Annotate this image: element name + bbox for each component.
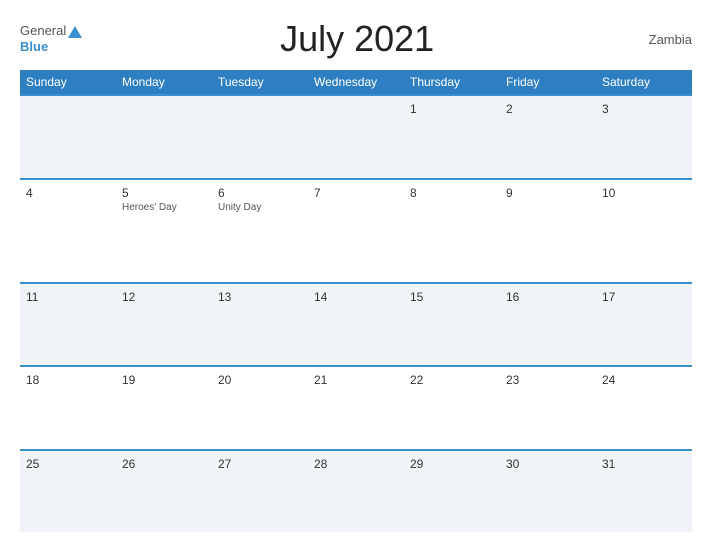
calendar-cell: 15 [404, 283, 500, 367]
calendar-cell: 17 [596, 283, 692, 367]
day-number: 8 [410, 186, 494, 200]
calendar-cell: 18 [20, 366, 116, 450]
day-number: 24 [602, 373, 686, 387]
calendar-cell: 6 Unity Day [212, 179, 308, 283]
calendar-cell: 3 [596, 95, 692, 179]
calendar-container: General Blue July 2021 Zambia Sunday Mon… [0, 0, 712, 550]
calendar-week-row: 18 19 20 21 22 23 24 [20, 366, 692, 450]
day-number: 26 [122, 457, 206, 471]
day-number: 7 [314, 186, 398, 200]
calendar-cell [308, 95, 404, 179]
calendar-cell: 28 [308, 450, 404, 532]
holiday-label: Heroes' Day [122, 202, 206, 213]
header-saturday: Saturday [596, 70, 692, 95]
calendar-cell: 8 [404, 179, 500, 283]
calendar-cell: 5 Heroes' Day [116, 179, 212, 283]
calendar-week-row: 25 26 27 28 29 30 31 [20, 450, 692, 532]
logo-row1: General [20, 23, 82, 39]
day-number: 9 [506, 186, 590, 200]
logo-blue-text: Blue [20, 39, 82, 55]
header-thursday: Thursday [404, 70, 500, 95]
day-number: 14 [314, 290, 398, 304]
calendar-cell: 4 [20, 179, 116, 283]
calendar-week-row: 11 12 13 14 15 16 17 [20, 283, 692, 367]
calendar-cell: 22 [404, 366, 500, 450]
calendar-cell: 25 [20, 450, 116, 532]
day-number: 4 [26, 186, 110, 200]
calendar-cell: 1 [404, 95, 500, 179]
logo-general-text: General [20, 23, 66, 39]
day-number: 21 [314, 373, 398, 387]
logo-text: General Blue [20, 23, 82, 54]
header-wednesday: Wednesday [308, 70, 404, 95]
day-number: 17 [602, 290, 686, 304]
day-number: 20 [218, 373, 302, 387]
calendar-cell: 19 [116, 366, 212, 450]
day-number: 25 [26, 457, 110, 471]
day-number: 27 [218, 457, 302, 471]
calendar-header-row: Sunday Monday Tuesday Wednesday Thursday… [20, 70, 692, 95]
day-number: 12 [122, 290, 206, 304]
day-number: 10 [602, 186, 686, 200]
calendar-cell: 29 [404, 450, 500, 532]
logo-triangle-icon [68, 26, 82, 38]
day-number: 11 [26, 290, 110, 304]
month-title: July 2021 [82, 18, 632, 60]
calendar-header: General Blue July 2021 Zambia [20, 18, 692, 60]
calendar-cell: 27 [212, 450, 308, 532]
day-number: 2 [506, 102, 590, 116]
calendar-cell: 10 [596, 179, 692, 283]
day-number: 18 [26, 373, 110, 387]
day-number: 29 [410, 457, 494, 471]
calendar-cell: 31 [596, 450, 692, 532]
calendar-cell [20, 95, 116, 179]
calendar-cell: 23 [500, 366, 596, 450]
calendar-cell: 2 [500, 95, 596, 179]
day-number: 16 [506, 290, 590, 304]
calendar-cell [116, 95, 212, 179]
day-number: 28 [314, 457, 398, 471]
logo: General Blue [20, 23, 82, 54]
calendar-cell: 21 [308, 366, 404, 450]
day-number: 22 [410, 373, 494, 387]
calendar-week-row: 123 [20, 95, 692, 179]
day-number: 23 [506, 373, 590, 387]
calendar-table: Sunday Monday Tuesday Wednesday Thursday… [20, 70, 692, 532]
holiday-label: Unity Day [218, 202, 302, 213]
calendar-cell: 9 [500, 179, 596, 283]
calendar-cell: 20 [212, 366, 308, 450]
calendar-cell: 16 [500, 283, 596, 367]
day-number: 31 [602, 457, 686, 471]
calendar-cell: 7 [308, 179, 404, 283]
day-number: 30 [506, 457, 590, 471]
day-number: 1 [410, 102, 494, 116]
header-monday: Monday [116, 70, 212, 95]
calendar-cell: 26 [116, 450, 212, 532]
country-label: Zambia [632, 32, 692, 47]
day-number: 19 [122, 373, 206, 387]
calendar-week-row: 45 Heroes' Day 6 Unity Day 789 10 [20, 179, 692, 283]
weekday-header-row: Sunday Monday Tuesday Wednesday Thursday… [20, 70, 692, 95]
header-tuesday: Tuesday [212, 70, 308, 95]
calendar-cell: 11 [20, 283, 116, 367]
day-number: 5 [122, 186, 206, 200]
header-sunday: Sunday [20, 70, 116, 95]
calendar-body: 12345Heroes' Day6Unity Day78910111213141… [20, 95, 692, 532]
day-number: 6 [218, 186, 302, 200]
day-number: 15 [410, 290, 494, 304]
calendar-cell: 30 [500, 450, 596, 532]
calendar-cell: 24 [596, 366, 692, 450]
calendar-cell: 14 [308, 283, 404, 367]
day-number: 13 [218, 290, 302, 304]
header-friday: Friday [500, 70, 596, 95]
calendar-cell: 12 [116, 283, 212, 367]
calendar-cell: 13 [212, 283, 308, 367]
day-number: 3 [602, 102, 686, 116]
calendar-cell [212, 95, 308, 179]
